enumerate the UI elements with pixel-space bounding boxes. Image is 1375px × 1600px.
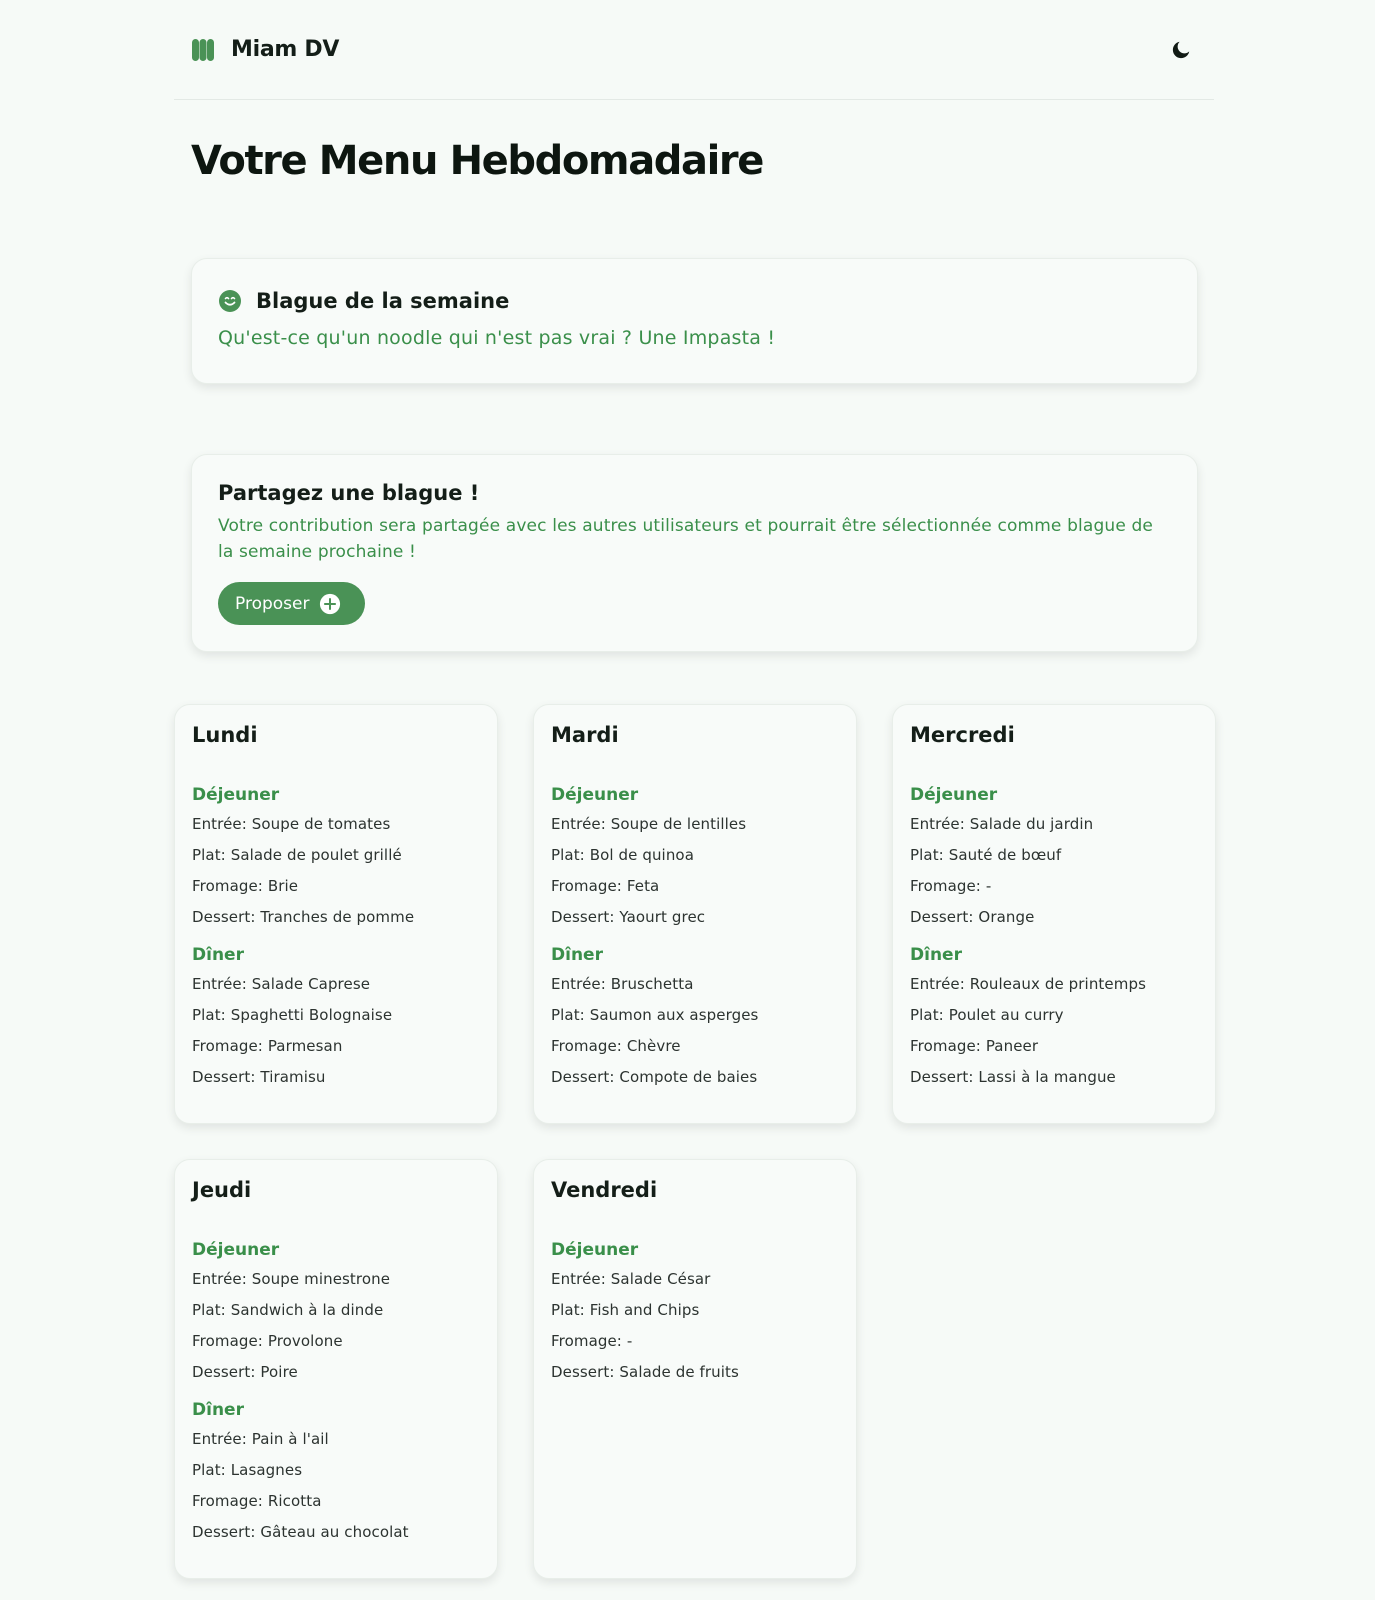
- meal-title: Déjeuner: [192, 785, 280, 805]
- day-card-mercredi: Mercredi Déjeuner Entrée: Salade du jard…: [892, 704, 1216, 1124]
- meal-dejeuner: Déjeuner Entrée: Soupe de tomates Plat: …: [192, 785, 480, 933]
- menu-item: Entrée: Soupe de lentilles: [551, 815, 747, 833]
- menu-item: Fromage: Paneer: [910, 1037, 1039, 1055]
- page-title: Votre Menu Hebdomadaire: [191, 138, 764, 184]
- propose-button-label: Proposer: [235, 593, 310, 614]
- menu-item: Fromage: Chèvre: [551, 1037, 681, 1055]
- day-name: Lundi: [192, 723, 258, 747]
- day-name: Jeudi: [192, 1178, 252, 1202]
- menu-item: Dessert: Salade de fruits: [551, 1363, 739, 1381]
- menu-item: Dessert: Orange: [910, 908, 1035, 926]
- menu-item: Plat: Saumon aux asperges: [551, 1006, 759, 1024]
- menu-item: Plat: Fish and Chips: [551, 1301, 700, 1319]
- menu-item: Fromage: Provolone: [192, 1332, 343, 1350]
- share-joke-card: Partagez une blague ! Votre contribution…: [191, 454, 1198, 652]
- menu-item: Dessert: Tranches de pomme: [192, 908, 415, 926]
- menu-item: Dessert: Compote de baies: [551, 1068, 758, 1086]
- day-card-mardi: Mardi Déjeuner Entrée: Soupe de lentille…: [533, 704, 857, 1124]
- menu-item: Fromage: Feta: [551, 877, 660, 895]
- meal-title: Déjeuner: [910, 785, 998, 805]
- menu-item: Entrée: Salade Caprese: [192, 975, 371, 993]
- top-bar: Miam DV: [174, 0, 1214, 100]
- meal-title: Déjeuner: [551, 1240, 639, 1260]
- menu-item: Plat: Poulet au curry: [910, 1006, 1064, 1024]
- meal-diner: Dîner Entrée: Salade Caprese Plat: Spagh…: [192, 945, 480, 1093]
- meal-title: Déjeuner: [192, 1240, 280, 1260]
- menu-item: Entrée: Soupe de tomates: [192, 815, 391, 833]
- joke-card: Blague de la semaine Qu'est-ce qu'un noo…: [191, 258, 1198, 384]
- menu-item: Fromage: Brie: [192, 877, 299, 895]
- menu-item: Entrée: Salade du jardin: [910, 815, 1094, 833]
- meal-diner: Dîner Entrée: Bruschetta Plat: Saumon au…: [551, 945, 839, 1093]
- theme-toggle-button[interactable]: [1165, 34, 1197, 66]
- menu-item: Dessert: Poire: [192, 1363, 298, 1381]
- menu-item: Plat: Sauté de bœuf: [910, 846, 1062, 864]
- meal-title: Dîner: [910, 945, 962, 965]
- meal-dejeuner: Déjeuner Entrée: Salade César Plat: Fish…: [551, 1240, 839, 1388]
- day-card-jeudi: Jeudi Déjeuner Entrée: Soupe minestrone …: [174, 1159, 498, 1579]
- menu-item: Entrée: Soupe minestrone: [192, 1270, 391, 1288]
- menu-item: Entrée: Bruschetta: [551, 975, 694, 993]
- page-container: Miam DV Votre Menu Hebdomadaire Blague d…: [174, 0, 1216, 1579]
- meal-title: Dîner: [192, 1400, 244, 1420]
- plus-circle-icon: [320, 593, 341, 614]
- meal-dejeuner: Déjeuner Entrée: Salade du jardin Plat: …: [910, 785, 1198, 933]
- meal-dejeuner: Déjeuner Entrée: Soupe de lentilles Plat…: [551, 785, 839, 933]
- propose-button[interactable]: Proposer: [218, 582, 365, 625]
- meal-diner: Dîner Entrée: Pain à l'ail Plat: Lasagne…: [192, 1400, 480, 1548]
- menu-item: Fromage: -: [551, 1332, 633, 1350]
- menu-item: Fromage: Parmesan: [192, 1037, 343, 1055]
- menu-item: Plat: Sandwich à la dinde: [192, 1301, 384, 1319]
- menu-item: Plat: Spaghetti Bolognaise: [192, 1006, 393, 1024]
- meal-title: Déjeuner: [551, 785, 639, 805]
- menu-item: Plat: Salade de poulet grillé: [192, 846, 402, 864]
- menu-item: Fromage: -: [910, 877, 992, 895]
- joke-header: Blague de la semaine: [218, 289, 1171, 313]
- share-description: Votre contribution sera partagée avec le…: [218, 516, 1154, 562]
- meal-title: Dîner: [551, 945, 603, 965]
- menu-item: Entrée: Salade César: [551, 1270, 711, 1288]
- menu-item: Dessert: Yaourt grec: [551, 908, 706, 926]
- menu-item: Plat: Lasagnes: [192, 1461, 303, 1479]
- meal-title: Dîner: [192, 945, 244, 965]
- menu-item: Entrée: Pain à l'ail: [192, 1430, 329, 1448]
- day-name: Vendredi: [551, 1178, 658, 1202]
- menu-item: Dessert: Gâteau au chocolat: [192, 1523, 409, 1541]
- joke-title: Blague de la semaine: [256, 289, 510, 313]
- brand[interactable]: Miam DV: [191, 37, 339, 62]
- day-card-vendredi: Vendredi Déjeuner Entrée: Salade César P…: [533, 1159, 857, 1579]
- meal-dejeuner: Déjeuner Entrée: Soupe minestrone Plat: …: [192, 1240, 480, 1388]
- day-name: Mercredi: [910, 723, 1015, 747]
- menu-item: Fromage: Ricotta: [192, 1492, 322, 1510]
- joke-text: Qu'est-ce qu'un noodle qui n'est pas vra…: [218, 327, 776, 349]
- share-title: Partagez une blague !: [218, 481, 480, 505]
- meal-diner: Dîner Entrée: Rouleaux de printemps Plat…: [910, 945, 1198, 1093]
- menu-item: Entrée: Rouleaux de printemps: [910, 975, 1146, 993]
- smile-icon: [219, 290, 241, 312]
- menu-item: Dessert: Tiramisu: [192, 1068, 326, 1086]
- day-card-lundi: Lundi Déjeuner Entrée: Soupe de tomates …: [174, 704, 498, 1124]
- day-name: Mardi: [551, 723, 619, 747]
- week-menu-grid: Lundi Déjeuner Entrée: Soupe de tomates …: [174, 704, 1216, 1579]
- menu-item: Plat: Bol de quinoa: [551, 846, 695, 864]
- menu-item: Dessert: Lassi à la mangue: [910, 1068, 1116, 1086]
- app-name: Miam DV: [231, 37, 340, 62]
- logo-icon: [192, 38, 214, 61]
- moon-icon: [1172, 41, 1190, 58]
